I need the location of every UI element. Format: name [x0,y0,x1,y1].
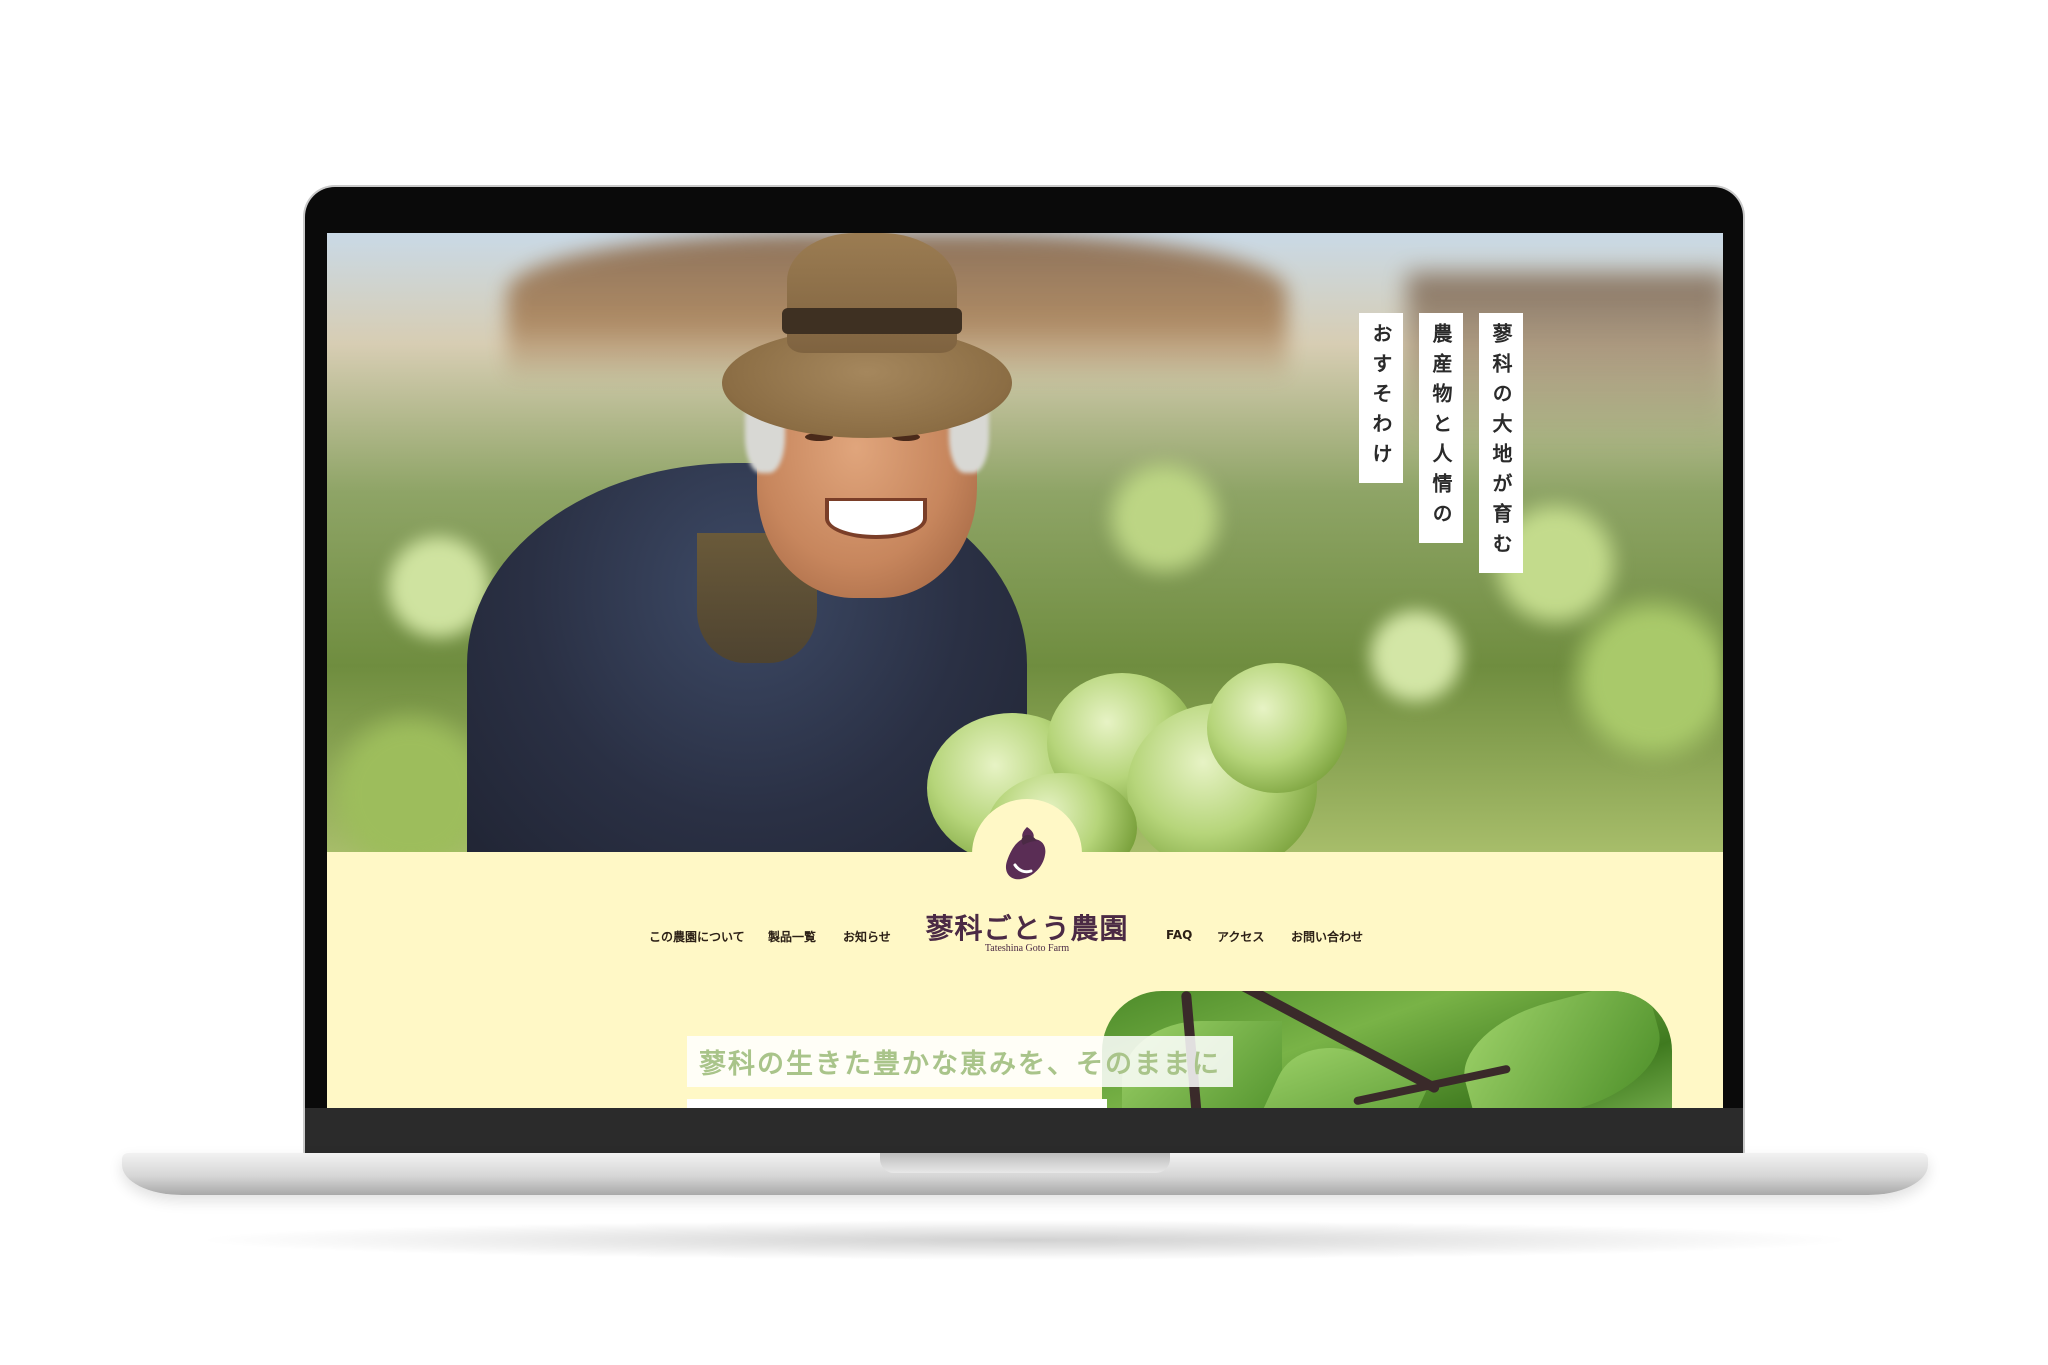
hat-band [782,308,962,334]
hat-crown [787,233,957,353]
laptop-bezel-bottom [305,1108,1743,1158]
hero-image: 蓼科の大地が育む 農産物と人情の おすそわけ [327,233,1723,852]
browser-viewport: 蓼科の大地が育む 農産物と人情の おすそわけ この農園について 製品一覧 お知ら… [327,233,1723,1108]
nav-access[interactable]: アクセス [1217,928,1264,945]
nav-products[interactable]: 製品一覧 [768,928,816,945]
hero-tagline: 蓼科の大地が育む 農産物と人情の おすそわけ [1359,313,1523,573]
tagline-line-3: おすそわけ [1359,313,1403,483]
main-headline: 蓼科の生きた豊かな恵みを、そのままに [687,1036,1233,1087]
laptop-notch [880,1153,1170,1173]
site-brand-name[interactable]: 蓼科ごとう農園 [925,907,1129,947]
laptop-shadow [190,1220,1860,1260]
site-brand-subtitle: Tateshina Goto Farm [984,943,1070,954]
eggplant-icon [1005,827,1046,880]
tagline-line-1: 蓼科の大地が育む [1479,313,1523,573]
headline-card [687,1099,1107,1108]
nav-faq[interactable]: FAQ [1166,928,1192,942]
farmer-smile [825,498,927,539]
nav-news[interactable]: お知らせ [843,928,891,945]
leaf [1451,991,1672,1108]
cabbage [1207,663,1347,793]
nav-about[interactable]: この農園について [649,928,745,945]
tagline-line-2: 農産物と人情の [1419,313,1463,543]
nav-contact[interactable]: お問い合わせ [1291,928,1363,945]
